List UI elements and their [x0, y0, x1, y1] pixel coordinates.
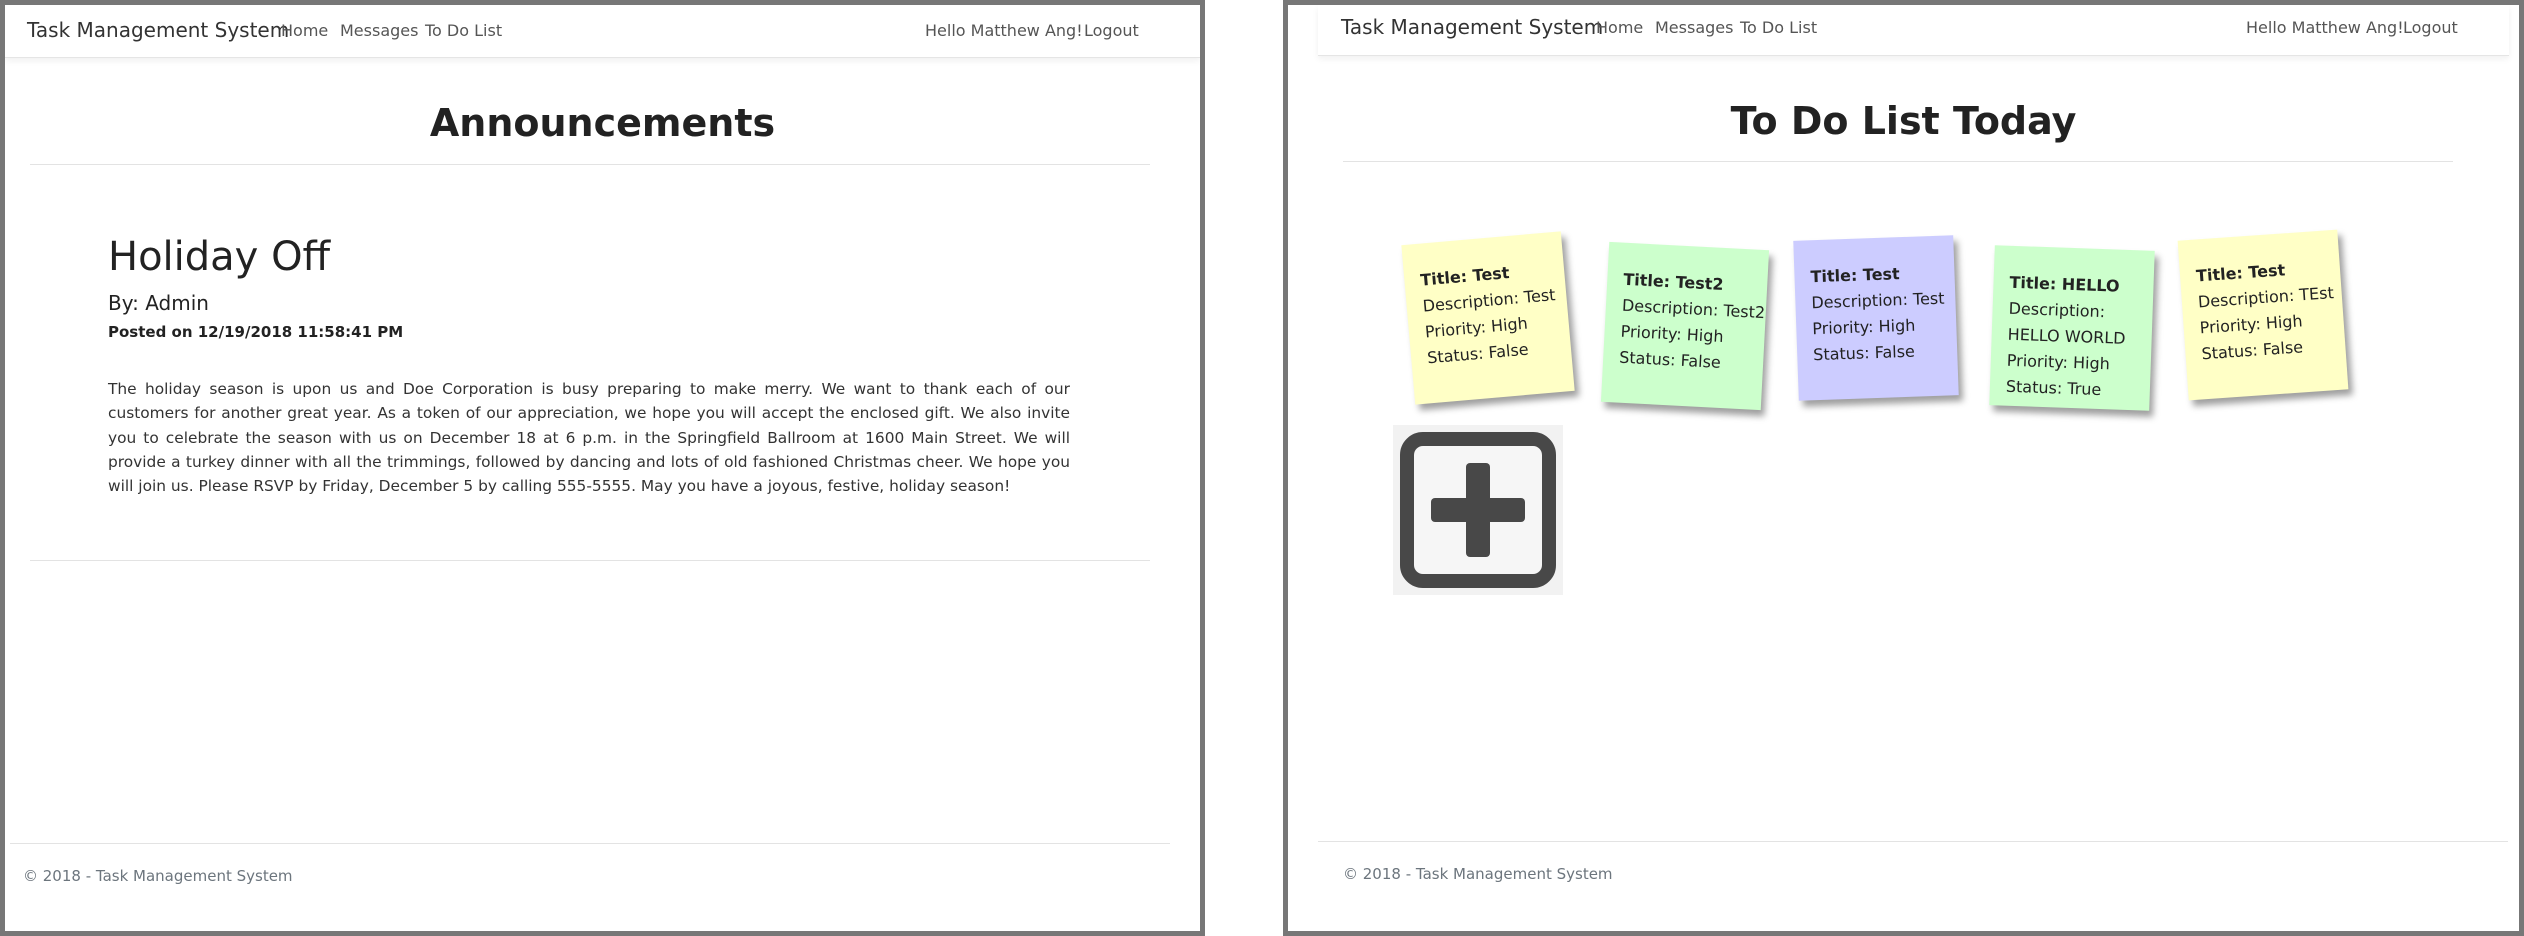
announcement-body: The holiday season is upon us and Doe Co… — [108, 380, 1070, 496]
brand-link[interactable]: Task Management System — [27, 18, 289, 42]
navbar: Task Management System Home Messages To … — [1318, 5, 2509, 56]
nav-home-link[interactable]: Home — [1596, 18, 1643, 37]
page-title: To Do List Today — [1730, 99, 2077, 143]
title-divider — [30, 164, 1150, 165]
logout-link[interactable]: Logout — [2403, 18, 2458, 37]
nav-todo-link[interactable]: To Do List — [425, 21, 502, 40]
announcement-author: By: Admin — [108, 291, 209, 315]
page-title: Announcements — [429, 101, 776, 145]
user-greeting-link[interactable]: Hello Matthew Ang! — [925, 21, 1083, 40]
note-status: Status: False — [1618, 347, 1722, 372]
task-note[interactable]: Title: Test Description: Test Priority: … — [1401, 231, 1575, 405]
nav-todo-link[interactable]: To Do List — [1740, 18, 1817, 37]
footer-divider — [10, 843, 1170, 844]
plus-square-icon — [1400, 432, 1556, 588]
navbar: Task Management System Home Messages To … — [5, 5, 1200, 58]
note-description: Description: Test — [1811, 288, 1945, 313]
brand-link[interactable]: Task Management System — [1341, 15, 1603, 39]
title-divider — [1343, 161, 2453, 162]
task-note[interactable]: Title: Test Description: TEst Priority: … — [2177, 229, 2349, 401]
note-status: Status: True — [2005, 376, 2102, 400]
nav-home-link[interactable]: Home — [281, 21, 328, 40]
announcement-title: Holiday Off — [108, 234, 331, 280]
footer-divider — [1318, 841, 2508, 842]
announcements-window: Task Management System Home Messages To … — [0, 0, 1205, 936]
logout-link[interactable]: Logout — [1084, 21, 1139, 40]
footer-copyright: © 2018 - Task Management System — [23, 867, 293, 885]
add-task-button[interactable] — [1393, 425, 1563, 595]
note-status: Status: False — [1812, 341, 1916, 365]
footer-copyright: © 2018 - Task Management System — [1343, 865, 1613, 883]
task-note[interactable]: Title: HELLO Description: HELLO WORLD Pr… — [1989, 245, 2155, 411]
task-note[interactable]: Title: Test Description: Test Priority: … — [1793, 235, 1959, 401]
announcement-date: Posted on 12/19/2018 11:58:41 PM — [108, 323, 404, 341]
nav-messages-link[interactable]: Messages — [340, 21, 418, 40]
user-greeting-link[interactable]: Hello Matthew Ang! — [2246, 18, 2404, 37]
todo-window: Task Management System Home Messages To … — [1283, 0, 2524, 936]
task-note[interactable]: Title: Test2 Description: Test2 Priority… — [1600, 241, 1770, 411]
nav-messages-link[interactable]: Messages — [1655, 18, 1733, 37]
content-divider — [30, 560, 1150, 561]
